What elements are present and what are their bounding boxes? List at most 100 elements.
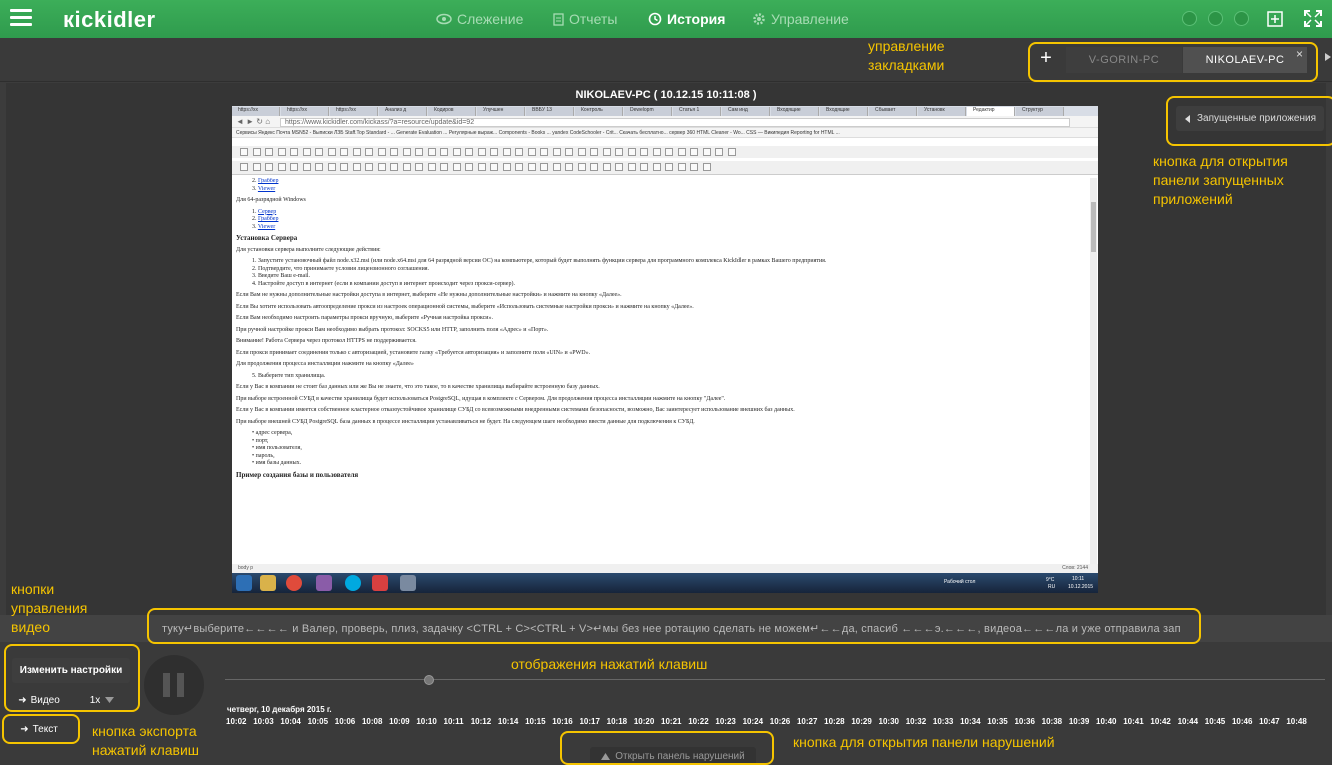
- timeline-tick-label: 10:33: [932, 717, 954, 726]
- doc-link: Viewer: [257, 223, 276, 230]
- nav-item-label: Управление: [771, 11, 849, 27]
- timeline-tick-label: 10:27: [796, 717, 818, 726]
- document-icon: [553, 12, 564, 26]
- editor-tool-icon: [452, 148, 461, 156]
- doc-text: Для продолжения процесса инсталляции наж…: [236, 361, 414, 367]
- annotation-keystrokes: отображения нажатий клавиш: [511, 656, 708, 672]
- editor-tool-icon: [615, 148, 623, 156]
- browser-tab: Контроль: [575, 107, 623, 116]
- editor-tool-icon: [240, 163, 248, 171]
- timeline-tick-label: 10:47: [1259, 717, 1280, 726]
- timeline-scrubber[interactable]: [424, 675, 434, 685]
- annotation-box-violations: [560, 731, 774, 765]
- windows-taskbar: Рабочий стол 9°С RU 10:11 10.12.2015: [232, 573, 1098, 593]
- list-item: 1. Сервер: [252, 208, 277, 215]
- editor-tool-icon: [452, 163, 461, 171]
- taskbar-lang: RU: [1048, 584, 1056, 590]
- doc-text: Если Вам необходимо настроить параметры …: [236, 315, 493, 321]
- taskbar-temp: 9°С: [1046, 577, 1055, 583]
- timeline-tick-label: 10:29: [851, 717, 872, 726]
- timeline-tick-label: 10:36: [1014, 717, 1035, 726]
- eye-icon: [436, 13, 452, 25]
- editor-tool-icon: [502, 148, 511, 156]
- fullscreen-icon[interactable]: [1303, 9, 1323, 28]
- hamburger-menu-icon[interactable]: [10, 9, 32, 27]
- editor-tool-icon: [327, 163, 336, 171]
- list-item: • адрес сервера,: [252, 430, 293, 436]
- browser-tab: https://xx: [330, 107, 378, 116]
- timeline-tick-label: 10:16: [552, 717, 573, 726]
- editor-tool-icon: [565, 148, 573, 156]
- timeline-tick-label: 10:28: [824, 717, 845, 726]
- annotation-box-video: [4, 644, 140, 712]
- editor-tool-icon: [440, 163, 448, 171]
- browser-tab: Dewelopm: [624, 107, 672, 116]
- editor-tool-icon: [365, 163, 373, 171]
- browser-tab: Анализ д: [379, 107, 427, 116]
- editor-tool-icon: [465, 148, 473, 156]
- list-item: 2. Граббер: [252, 178, 279, 184]
- timeline-tick-label: 10:21: [661, 717, 682, 726]
- gear-icon: [753, 13, 765, 25]
- editor-tool-icon: [652, 163, 661, 171]
- nav-item-history[interactable]: История: [648, 11, 725, 27]
- editor-tool-icon: [402, 148, 411, 156]
- editor-tool-icon: [652, 148, 661, 156]
- timeline-track[interactable]: [225, 679, 1325, 680]
- doc-text: Если прокси принимает соединения только …: [236, 349, 591, 356]
- editor-tool-icon: [640, 163, 648, 171]
- timeline-tick-label: 10:20: [633, 717, 655, 726]
- timeline-tick-label: 10:46: [1231, 717, 1253, 726]
- editor-tool-icon: [277, 163, 286, 171]
- doc-link: Сервер: [258, 208, 277, 215]
- editor-tool-icon: [690, 148, 698, 156]
- taskbar-date: 10.12.2015: [1068, 584, 1094, 590]
- list-item: 1. Запустите установочный файл node.x32.…: [252, 258, 827, 264]
- pause-button[interactable]: [144, 655, 204, 715]
- taskbar-time: 10:11: [1072, 576, 1085, 582]
- timeline-date: четверг, 10 декабря 2015 г.: [227, 705, 332, 714]
- timeline-ticks: 10:02 10:03 10:04 10:05 10:06 10:08 10:09 10:10…: [226, 717, 1314, 726]
- editor-tool-icon: [627, 148, 636, 156]
- timeline-tick-label: 10:30: [878, 717, 899, 726]
- browser-tab: Редактир: [967, 107, 1015, 116]
- editor-tool-icon: [340, 163, 348, 171]
- editor-tool-icon: [315, 148, 323, 156]
- explorer-icon: [260, 575, 276, 591]
- nav-item-reports[interactable]: Отчеты: [553, 11, 617, 27]
- timeline-tick-label: 10:41: [1123, 717, 1144, 726]
- list-item: 2. Подтвердите, что принимаете условия л…: [252, 265, 430, 272]
- editor-path: body p: [238, 565, 254, 571]
- timeline-tick-label: 10:22: [688, 717, 709, 726]
- editor-tool-icon: [240, 148, 248, 156]
- annotation-apps: кнопка для открытия панели запущенных прил…: [1153, 153, 1288, 207]
- timeline-tick-label: 10:34: [960, 717, 981, 726]
- nav-item-label: Слежение: [457, 11, 524, 27]
- status-indicator: [1182, 11, 1197, 26]
- timeline-tick-label: 10:15: [525, 717, 546, 726]
- new-window-icon[interactable]: [1266, 9, 1285, 28]
- annotation-video-controls: кнопки управления видео: [11, 581, 88, 635]
- editor-tool-icon: [602, 163, 611, 171]
- editor-tool-icon: [377, 163, 386, 171]
- editor-tool-icon: [340, 148, 348, 156]
- browser-tab: https://xx: [232, 107, 280, 116]
- timeline-tick-label: 10:08: [361, 717, 383, 726]
- browser-tab: Сбывает: [869, 107, 917, 116]
- timeline-tick-label: 10:48: [1286, 717, 1307, 726]
- tab-scroll-right-icon[interactable]: [1324, 53, 1332, 61]
- doc-text: Если Вы хотите использовать автоопределе…: [236, 303, 694, 310]
- editor-tool-icon: [665, 148, 673, 156]
- list-item: 2. Граббер: [252, 216, 279, 222]
- editor-tool-icon: [352, 148, 361, 156]
- timeline-tick-label: 10:17: [579, 717, 600, 726]
- browser-tab: Входящие: [820, 107, 868, 116]
- doc-link: Граббер: [258, 216, 279, 222]
- nav-item-management[interactable]: Управление: [752, 11, 849, 27]
- doc-text: Для 64-разрядной Windows: [236, 197, 306, 203]
- list-item: • пароль,: [252, 452, 275, 459]
- editor-tool-icon: [265, 148, 273, 156]
- nav-item-tracking[interactable]: Слежение: [436, 11, 523, 27]
- annotation-box-keylog: [147, 608, 1201, 644]
- editor-tool-icon: [402, 163, 411, 171]
